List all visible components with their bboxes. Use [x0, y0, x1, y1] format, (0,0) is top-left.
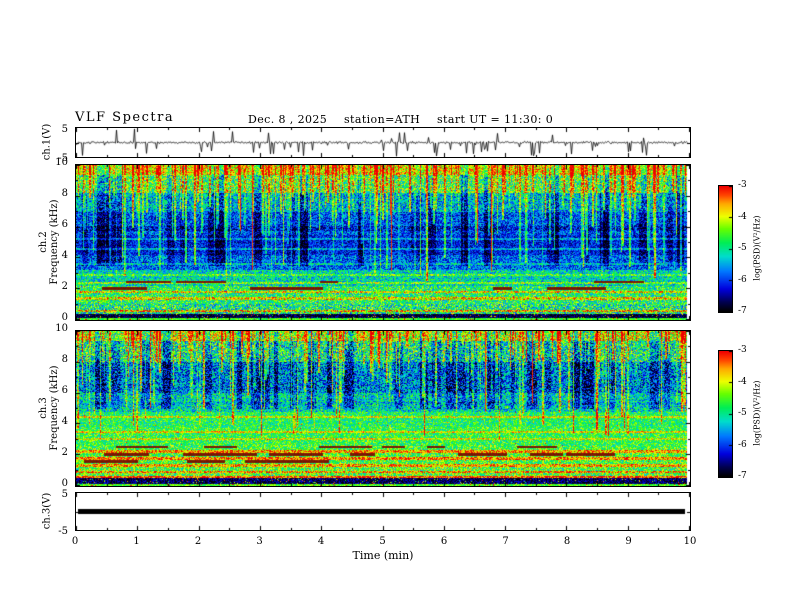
freq-tick-label: 2 — [61, 281, 68, 292]
colorbar-tick-label: -7 — [738, 306, 747, 316]
volt-tick-label: 5 — [61, 124, 68, 135]
colorbar-tick-label: -6 — [738, 274, 747, 285]
colorbar-ch3 — [718, 350, 733, 478]
colorbar-tick-label: -4 — [738, 376, 747, 387]
x-tick-label: 1 — [133, 536, 140, 547]
ch1-waveform-panel — [75, 127, 691, 158]
freq-tick-label: 0 — [61, 478, 68, 489]
station-label: station=ATH — [344, 113, 421, 126]
freq-tick-label: 2 — [61, 447, 68, 458]
x-tick-label: 8 — [563, 536, 571, 547]
colorbar-tick-label: -4 — [738, 211, 747, 222]
ch1-waveform-canvas — [76, 128, 690, 157]
ch3-spectrogram-panel — [75, 330, 691, 487]
colorbar-tick-label: -7 — [738, 471, 747, 481]
x-tick-label: 9 — [625, 536, 632, 547]
freq-tick-label: 4 — [61, 416, 68, 427]
ch3-channel-label: ch.3 — [38, 397, 49, 419]
freq-tick-label: 8 — [61, 188, 68, 199]
freq-tick-label: 0 — [61, 312, 68, 323]
freq-tick-label: 6 — [61, 219, 68, 230]
ch3-spectrogram-canvas — [76, 331, 690, 486]
x-tick-label: 2 — [194, 536, 202, 547]
colorbar-tick-label: -3 — [738, 180, 747, 190]
colorbar-tick-label: -3 — [738, 345, 747, 355]
volt-tick-label: 5 — [61, 489, 68, 500]
x-tick-label: 6 — [440, 536, 448, 547]
colorbar-ch2 — [718, 185, 733, 313]
start-ut-label: start UT = 11:30: 0 — [437, 113, 554, 126]
freq-tick-label: 10 — [55, 323, 68, 334]
colorbar-tick-label: -5 — [738, 243, 747, 253]
volt-tick-label: -5 — [58, 153, 68, 164]
colorbar-tick-label: -5 — [738, 408, 747, 418]
x-axis-label: Time (min) — [352, 549, 414, 562]
ch3-y-axis-label: ch.3 Frequency (kHz) — [38, 365, 60, 450]
freq-tick-label: 4 — [61, 250, 68, 261]
ch3-waveform-canvas — [76, 493, 690, 530]
vlf-spectra-figure: VLF Spectra Dec. 8 , 2025 station=ATH st… — [0, 0, 792, 612]
x-tick-label: 4 — [317, 536, 325, 547]
ch3-waveform-panel — [75, 492, 691, 531]
ch2-spectrogram-panel — [75, 164, 691, 321]
x-tick-label: 3 — [256, 536, 263, 547]
ch2-y-axis-label: ch.2 Frequency (kHz) — [38, 199, 60, 284]
x-tick-label: 5 — [379, 536, 386, 547]
freq-tick-label: 6 — [61, 385, 68, 396]
ch2-channel-label: ch.2 — [38, 231, 49, 253]
volt-tick-label: -5 — [58, 526, 68, 537]
x-tick-label: 10 — [683, 536, 697, 547]
x-tick-label: 7 — [502, 536, 509, 547]
ch3-frequency-label: Frequency (kHz) — [49, 365, 60, 451]
ch2-frequency-label: Frequency (kHz) — [49, 199, 60, 285]
date-label: Dec. 8 , 2025 — [248, 113, 328, 126]
x-tick-label: 0 — [71, 536, 79, 547]
plot-title: VLF Spectra — [75, 110, 175, 125]
freq-tick-label: 8 — [61, 354, 68, 365]
ch2-spectrogram-canvas — [76, 165, 690, 320]
colorbar-tick-label: -6 — [738, 439, 747, 450]
